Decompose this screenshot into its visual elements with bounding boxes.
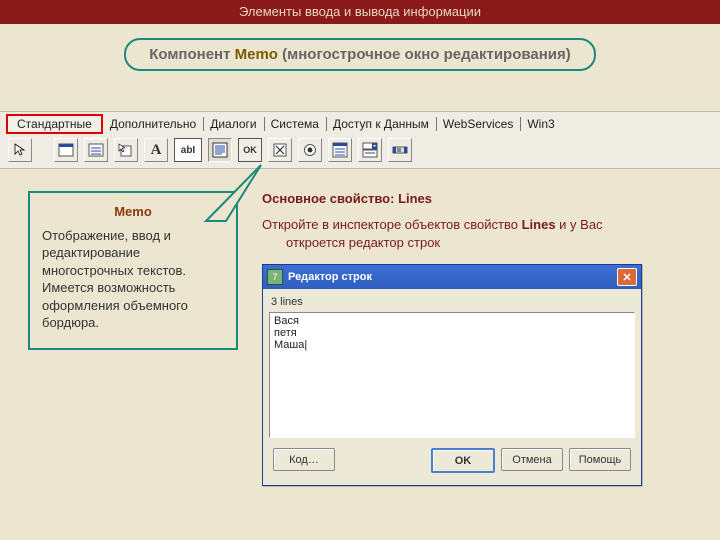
tab-standard[interactable]: Стандартные: [6, 114, 103, 134]
label-icon[interactable]: A: [144, 138, 168, 162]
tab-win3[interactable]: Win3: [520, 114, 561, 134]
tab-additional[interactable]: Дополнительно: [103, 114, 203, 134]
dialog-title: Редактор строк: [288, 271, 612, 283]
cancel-button[interactable]: Отмена: [501, 448, 563, 471]
string-editor-dialog: 7 Редактор строк ✕ 3 lines Вася петя Маш…: [262, 264, 642, 486]
dialog-buttons: Код… OK Отмена Помощь: [269, 438, 635, 479]
popupmenu-icon[interactable]: [114, 138, 138, 162]
edit-icon[interactable]: abI: [174, 138, 202, 162]
title-component-word: Компонент: [149, 46, 230, 63]
close-icon[interactable]: ✕: [617, 268, 637, 286]
memo-callout-wrap: Memo Отображение, ввод и редактирование …: [28, 191, 238, 486]
combobox-icon[interactable]: [358, 138, 382, 162]
prop-label: Основное свойство:: [262, 191, 394, 206]
app-icon: 7: [267, 269, 283, 285]
hint-bold: Lines: [522, 217, 556, 232]
hint-c: откроется редактор строк: [262, 234, 692, 252]
page-header-title: Элементы ввода и вывода информации: [239, 4, 481, 19]
ok-button[interactable]: OK: [431, 448, 495, 473]
listbox-icon[interactable]: [328, 138, 352, 162]
dialog-titlebar[interactable]: 7 Редактор строк ✕: [263, 265, 641, 289]
dialog-body: 3 lines Вася петя Маша| Код… OK Отмена П…: [263, 289, 641, 485]
tab-data-access[interactable]: Доступ к Данным: [326, 114, 436, 134]
content-area: Memo Отображение, ввод и редактирование …: [0, 169, 720, 486]
memo-icon[interactable]: [208, 138, 232, 162]
prop-value: Lines: [398, 191, 432, 206]
button-icon[interactable]: OK: [238, 138, 262, 162]
tab-dialogs[interactable]: Диалоги: [203, 114, 263, 134]
help-button[interactable]: Помощь: [569, 448, 631, 471]
line-count-label: 3 lines: [269, 295, 635, 312]
checkbox-icon[interactable]: [268, 138, 292, 162]
hint-text: Откройте в инспекторе объектов свойство …: [262, 216, 692, 252]
scrollbar-icon[interactable]: [388, 138, 412, 162]
title-rest: (многострочное окно редактирования): [282, 46, 571, 63]
tab-system[interactable]: Система: [264, 114, 326, 134]
callout-body: Отображение, ввод и редактирование много…: [42, 227, 224, 332]
main-property-line: Основное свойство: Lines: [262, 191, 692, 206]
code-button[interactable]: Код…: [273, 448, 335, 471]
title-component-name: Memo: [235, 46, 278, 63]
page-header: Элементы ввода и вывода информации: [0, 0, 720, 24]
tab-webservices[interactable]: WebServices: [436, 114, 520, 134]
palette-tabs: Стандартные Дополнительно Диалоги Систем…: [0, 112, 720, 134]
frame-icon[interactable]: [54, 138, 78, 162]
lines-editor[interactable]: Вася петя Маша|: [269, 312, 635, 438]
callout-tail: [176, 163, 266, 223]
mainmenu-icon[interactable]: [84, 138, 108, 162]
pointer-icon[interactable]: [8, 138, 32, 162]
right-column: Основное свойство: Lines Откройте в инсп…: [262, 191, 692, 486]
hint-b: и у Вас: [556, 217, 603, 232]
hint-a: Откройте в инспекторе объектов свойство: [262, 217, 522, 232]
palette-icons: A abI OK: [0, 134, 720, 168]
component-palette: Стандартные Дополнительно Диалоги Систем…: [0, 111, 720, 169]
section-title: Компонент Memo (многострочное окно редак…: [124, 38, 596, 71]
radiobutton-icon[interactable]: [298, 138, 322, 162]
